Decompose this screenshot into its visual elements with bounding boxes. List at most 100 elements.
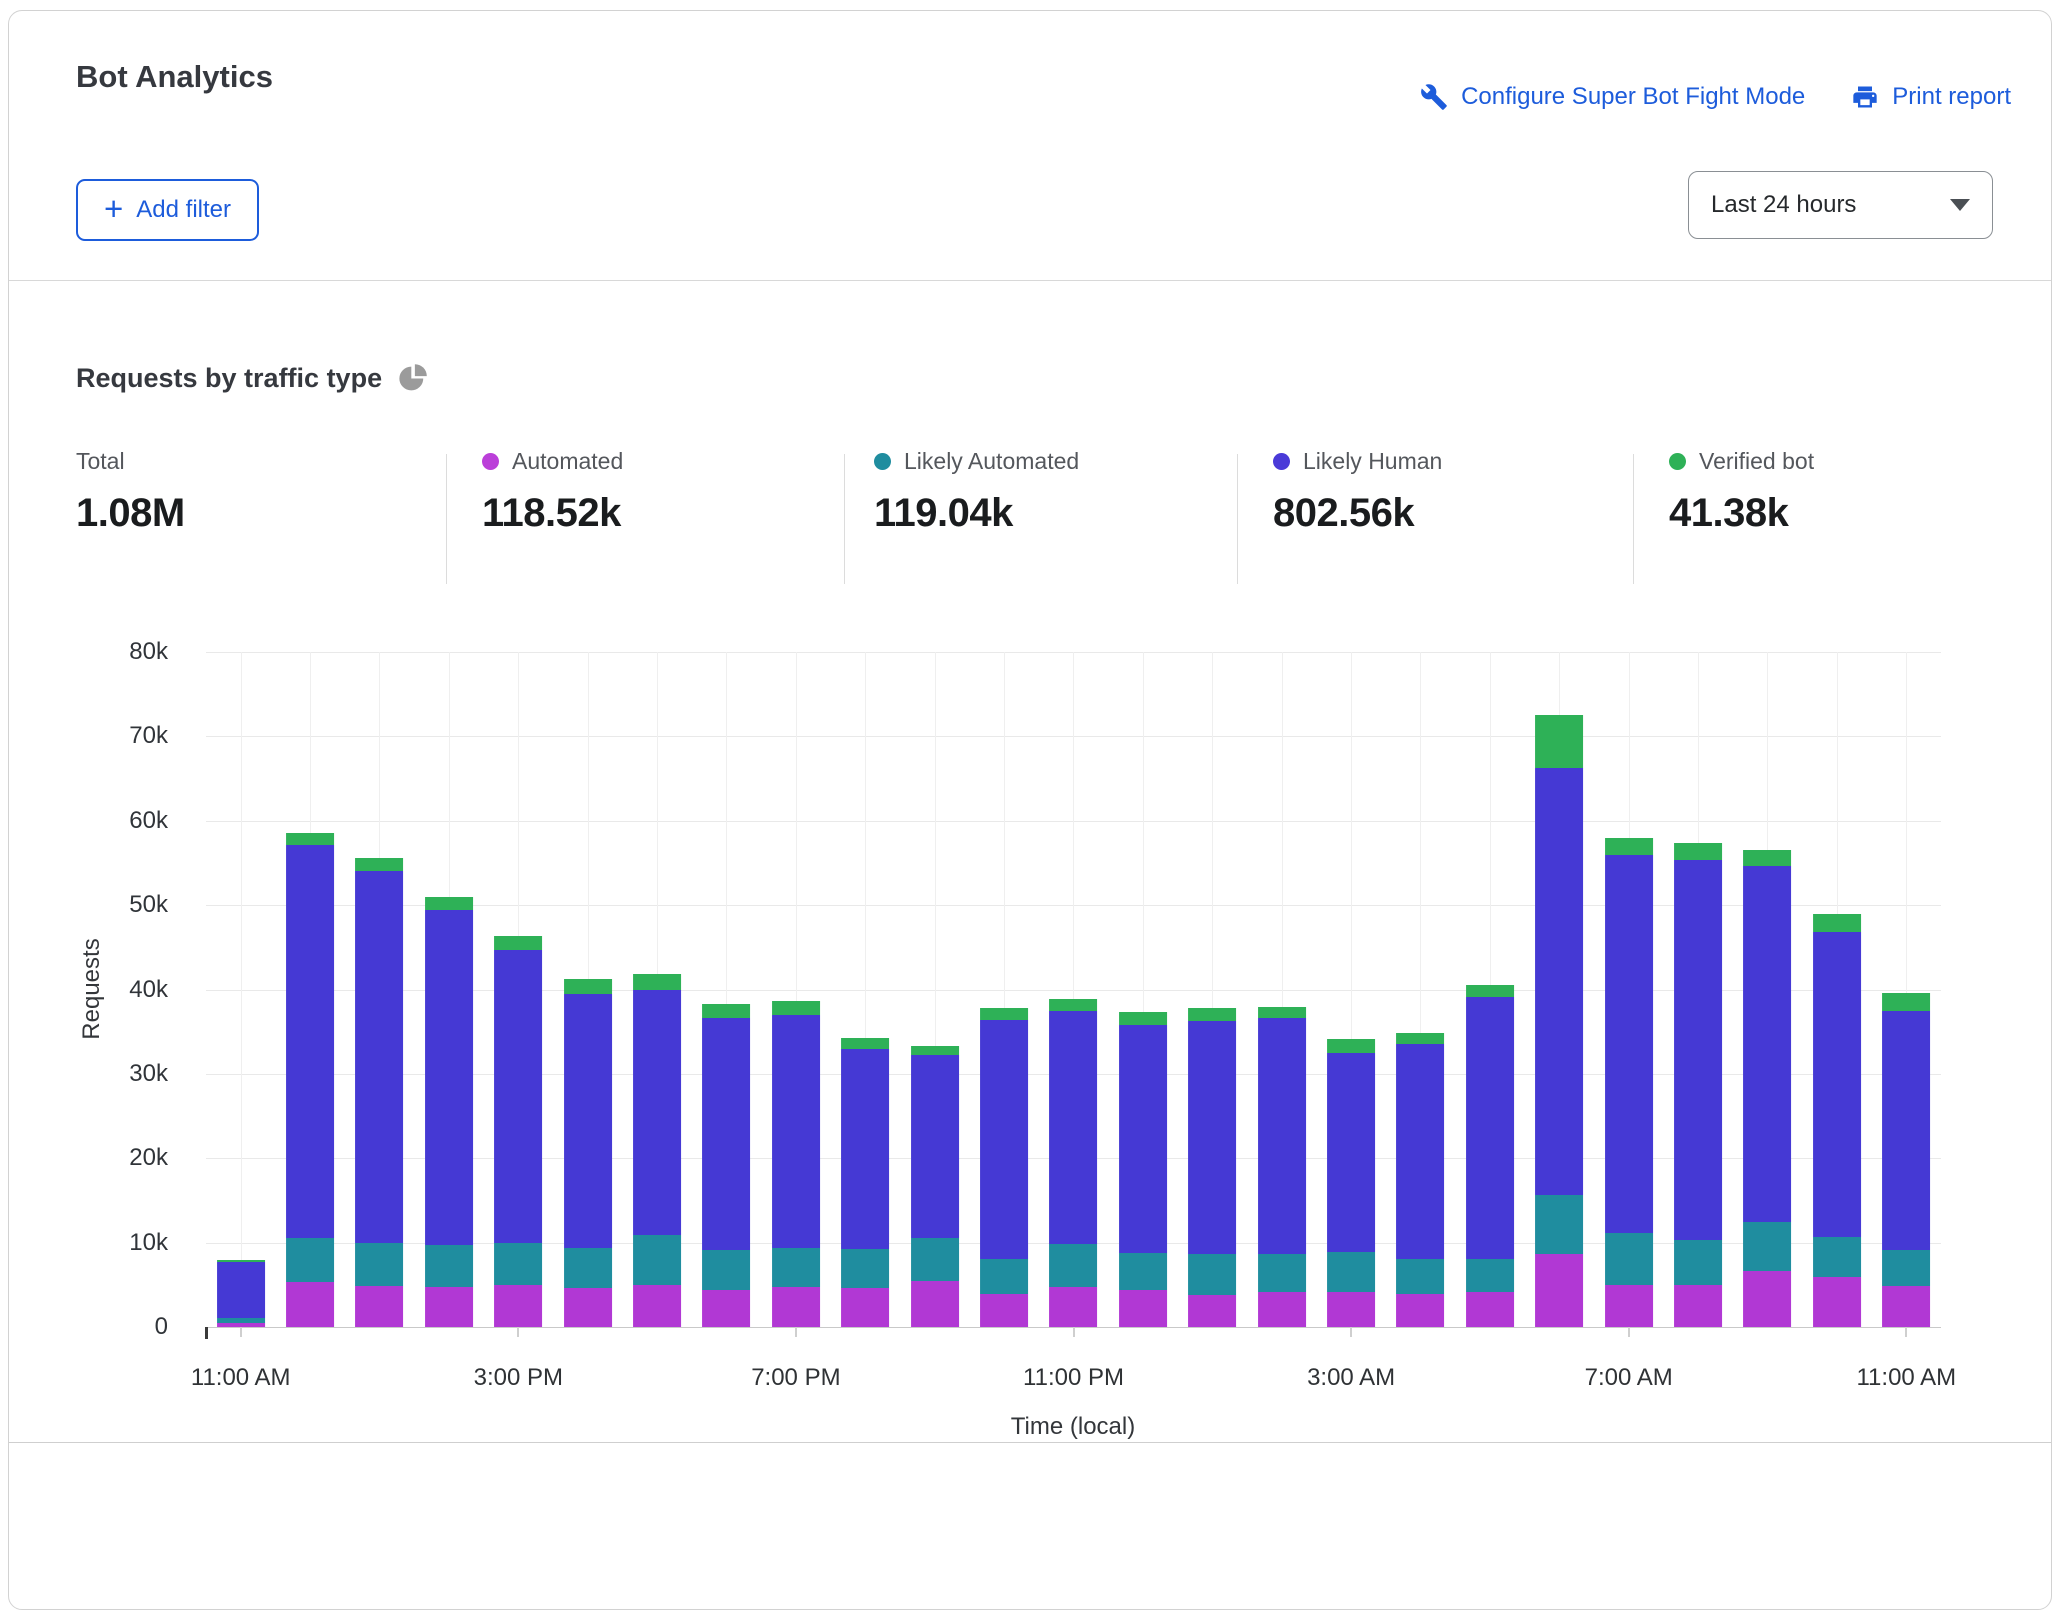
- bar-stack-11-00-pm[interactable]: [1050, 999, 1098, 1327]
- stat-total-value: 1.08M: [76, 491, 185, 536]
- time-range-select[interactable]: Last 24 hours: [1688, 171, 1993, 239]
- bar-stack-1-00-pm[interactable]: [356, 858, 404, 1327]
- bar-segment-likely-automated: [703, 1250, 751, 1290]
- bar-segment-likely-automated: [1813, 1237, 1861, 1278]
- automated-dot-icon: [482, 453, 499, 470]
- stat-likely-human: Likely Human 802.56k: [1273, 448, 1442, 536]
- bar-stack-4-00-pm[interactable]: [564, 979, 612, 1327]
- bar-stack-10-00-pm[interactable]: [980, 1008, 1028, 1327]
- bar-segment-likely-human: [1119, 1025, 1167, 1253]
- bar-segment-likely-human: [1882, 1011, 1930, 1250]
- bar-stack-7-00-pm[interactable]: [772, 1001, 820, 1327]
- bar-segment-verified-bot: [841, 1038, 889, 1050]
- bar-segment-likely-automated: [356, 1243, 404, 1286]
- bar-slot: [345, 652, 414, 1327]
- y-tick-label: 40k: [129, 976, 168, 1004]
- bar-segment-likely-automated: [286, 1238, 334, 1282]
- bar-stack-3-00-pm[interactable]: [494, 936, 542, 1327]
- bar-stack-11-00-am[interactable]: [217, 1260, 265, 1328]
- stat-verified-bot: Verified bot 41.38k: [1669, 448, 1814, 536]
- bar-segment-likely-human: [1188, 1021, 1236, 1254]
- bar-slot: [553, 652, 622, 1327]
- y-tick-label: 0: [155, 1313, 168, 1341]
- bar-stack-5-00-pm[interactable]: [633, 974, 681, 1327]
- bar-stack-12-00-am[interactable]: [1119, 1012, 1167, 1327]
- bar-stack-10-00-am[interactable]: [1813, 914, 1861, 1327]
- stat-verified-bot-value: 41.38k: [1669, 491, 1814, 536]
- axis-origin-tick: [205, 1327, 208, 1339]
- bar-segment-automated: [1813, 1277, 1861, 1327]
- stat-likely-automated: Likely Automated 119.04k: [874, 448, 1079, 536]
- bar-segment-automated: [1882, 1286, 1930, 1327]
- bar-segment-likely-automated: [1397, 1259, 1445, 1294]
- section-bottom-divider: [9, 1442, 2051, 1443]
- bar-segment-verified-bot: [1882, 993, 1930, 1012]
- bar-slot: [1872, 652, 1941, 1327]
- bar-segment-likely-human: [1813, 932, 1861, 1237]
- bar-segment-likely-human: [1605, 855, 1653, 1234]
- bar-segment-verified-bot: [286, 833, 334, 845]
- x-tick-label: 11:00 AM: [191, 1364, 291, 1392]
- plot-area: 010k20k30k40k50k60k70k80k11:00 AM3:00 PM…: [206, 652, 1941, 1327]
- bar-slot: [692, 652, 761, 1327]
- bar-segment-likely-human: [1535, 768, 1583, 1195]
- bar-segment-verified-bot: [1327, 1039, 1375, 1053]
- bar-stack-9-00-am[interactable]: [1744, 850, 1792, 1327]
- bar-stack-1-00-am[interactable]: [1188, 1008, 1236, 1327]
- bar-segment-likely-human: [1466, 997, 1514, 1259]
- configure-super-bot-fight-mode-link[interactable]: Configure Super Bot Fight Mode: [1420, 83, 1805, 111]
- stat-likely-automated-value: 119.04k: [874, 491, 1079, 536]
- bar-segment-verified-bot: [1674, 843, 1722, 861]
- bar-stack-7-00-am[interactable]: [1605, 838, 1653, 1327]
- print-report-link[interactable]: Print report: [1851, 83, 2011, 111]
- bar-segment-automated: [772, 1287, 820, 1327]
- bar-slot: [1178, 652, 1247, 1327]
- bar-segment-likely-automated: [1674, 1240, 1722, 1285]
- x-axis-title: Time (local): [1011, 1413, 1135, 1441]
- bar-segment-likely-automated: [1327, 1252, 1375, 1293]
- bar-segment-automated: [980, 1294, 1028, 1327]
- time-range-value: Last 24 hours: [1711, 191, 1856, 219]
- bar-segment-likely-automated: [772, 1248, 820, 1288]
- bar-stack-3-00-am[interactable]: [1327, 1039, 1375, 1327]
- likely-human-dot-icon: [1273, 453, 1290, 470]
- bar-segment-likely-automated: [1188, 1254, 1236, 1295]
- bar-slot: [414, 652, 483, 1327]
- x-tick-mark: [517, 1327, 519, 1337]
- bar-segment-likely-human: [980, 1020, 1028, 1259]
- bar-segment-automated: [286, 1282, 334, 1327]
- bar-slot: [275, 652, 344, 1327]
- bar-slot: [622, 652, 691, 1327]
- likely-automated-dot-icon: [874, 453, 891, 470]
- x-tick-mark: [240, 1327, 242, 1337]
- section-title-row: Requests by traffic type: [76, 363, 428, 394]
- bar-segment-verified-bot: [356, 858, 404, 871]
- bar-stack-5-00-am[interactable]: [1466, 985, 1514, 1327]
- bar-stack-2-00-am[interactable]: [1258, 1007, 1306, 1327]
- bar-segment-likely-automated: [1119, 1253, 1167, 1290]
- stat-likely-automated-label: Likely Automated: [904, 448, 1079, 475]
- bar-stack-11-00-am[interactable]: [1882, 993, 1930, 1327]
- bar-segment-automated: [911, 1281, 959, 1327]
- bar-segment-verified-bot: [1466, 985, 1514, 997]
- bar-segment-automated: [1397, 1294, 1445, 1327]
- section-title: Requests by traffic type: [76, 363, 382, 394]
- bar-segment-automated: [1258, 1292, 1306, 1327]
- print-link-label: Print report: [1892, 83, 2011, 111]
- bar-segment-verified-bot: [1119, 1012, 1167, 1025]
- add-filter-button[interactable]: + Add filter: [76, 179, 259, 241]
- bar-segment-verified-bot: [1397, 1033, 1445, 1044]
- x-tick-label: 3:00 PM: [474, 1364, 563, 1392]
- bar-segment-likely-human: [772, 1015, 820, 1248]
- bar-stack-4-00-am[interactable]: [1397, 1033, 1445, 1327]
- bar-stack-2-00-pm[interactable]: [425, 897, 473, 1327]
- bar-stack-9-00-pm[interactable]: [911, 1046, 959, 1327]
- bar-segment-verified-bot: [772, 1001, 820, 1015]
- bar-stack-8-00-am[interactable]: [1674, 843, 1722, 1327]
- bar-stack-6-00-am[interactable]: [1535, 715, 1583, 1327]
- bar-stack-6-00-pm[interactable]: [703, 1004, 751, 1327]
- bar-segment-likely-automated: [1605, 1233, 1653, 1284]
- bar-segment-likely-automated: [1258, 1254, 1306, 1292]
- bar-stack-12-00-pm[interactable]: [286, 833, 334, 1327]
- bar-stack-8-00-pm[interactable]: [841, 1038, 889, 1327]
